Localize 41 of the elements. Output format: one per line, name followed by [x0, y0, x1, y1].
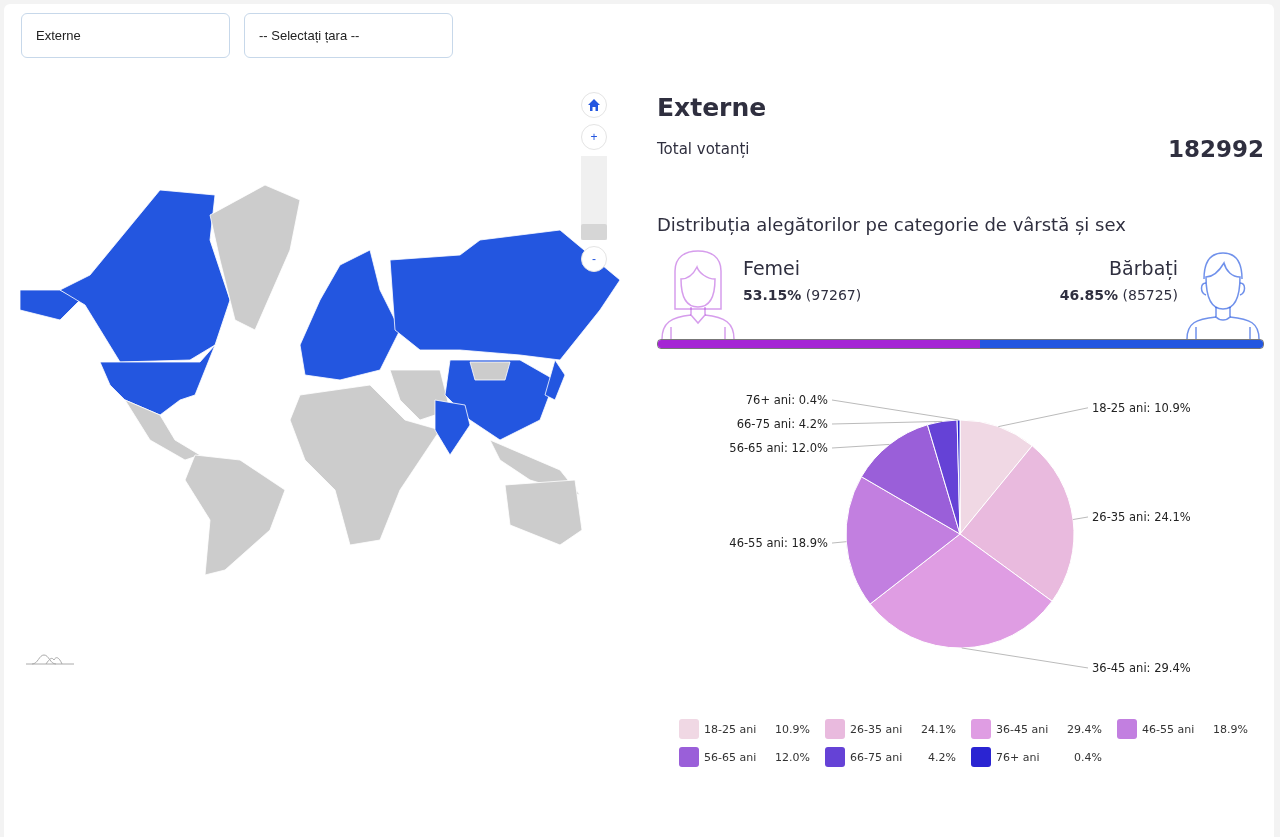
slice-label: 56-65 ani: 12.0% [729, 441, 828, 455]
total-voters-value: 182992 [1167, 136, 1264, 162]
zoom-in-button[interactable]: + [581, 124, 607, 150]
slice-label: 46-55 ani: 18.9% [729, 536, 828, 551]
leader-line [831, 443, 890, 449]
legend-value: 0.4% [1073, 750, 1102, 764]
home-button[interactable] [581, 92, 607, 118]
legend-label: 66-75 ani [850, 750, 904, 764]
zoom-slider-thumb[interactable] [581, 224, 607, 240]
slice-label: 18-25 ani: 10.9% [1092, 400, 1191, 415]
dropdown-select[interactable]: Externe [21, 13, 230, 58]
legend-label: 46-55 ani [1142, 722, 1196, 736]
home-icon [587, 98, 601, 112]
gender-stat: 46.85% (85725) [1059, 287, 1178, 303]
legend-label: 76+ ani [996, 750, 1041, 764]
legend-value: 10.9% [774, 722, 810, 736]
slice-label: 76+ ani: 0.4% [745, 393, 828, 407]
slice-label: 26-35 ani: 24.1% [1092, 510, 1191, 524]
legend-label: 18-25 ani [704, 722, 758, 736]
wave-logo-icon [26, 654, 74, 666]
legend-value: 18.9% [1212, 722, 1248, 736]
zoom-out-button[interactable]: - [581, 246, 607, 272]
legend-value: 29.4% [1066, 722, 1102, 736]
zoom-slider[interactable] [581, 156, 607, 240]
region-title: Externe [657, 93, 768, 122]
legend-label: 36-45 ani [996, 722, 1050, 736]
legend-label: 56-65 ani [704, 750, 758, 764]
gender-name: Femei [743, 257, 802, 279]
section-heading: Distribuția alegătorilor pe categorie de vârstă și sex [657, 214, 1127, 235]
gender-stat: 53.15% (97267) [743, 287, 862, 303]
slice-label: 66-75 ani: 4.2% [736, 417, 828, 431]
slice-label: 36-45 ani: 29.4% [1092, 661, 1191, 675]
leader-line [831, 541, 847, 544]
total-voters-label: Total votanți [657, 140, 750, 158]
gender-name: Bărbați [1109, 257, 1178, 279]
legend-value: 24.1% [920, 722, 956, 736]
legend-label: 26-35 ani [850, 722, 904, 736]
legend-value: 12.0% [774, 750, 810, 764]
dropdown-select[interactable]: -- Selectați țara -- [244, 13, 453, 58]
legend-value: 4.2% [927, 750, 956, 764]
leader-line [1072, 516, 1089, 520]
